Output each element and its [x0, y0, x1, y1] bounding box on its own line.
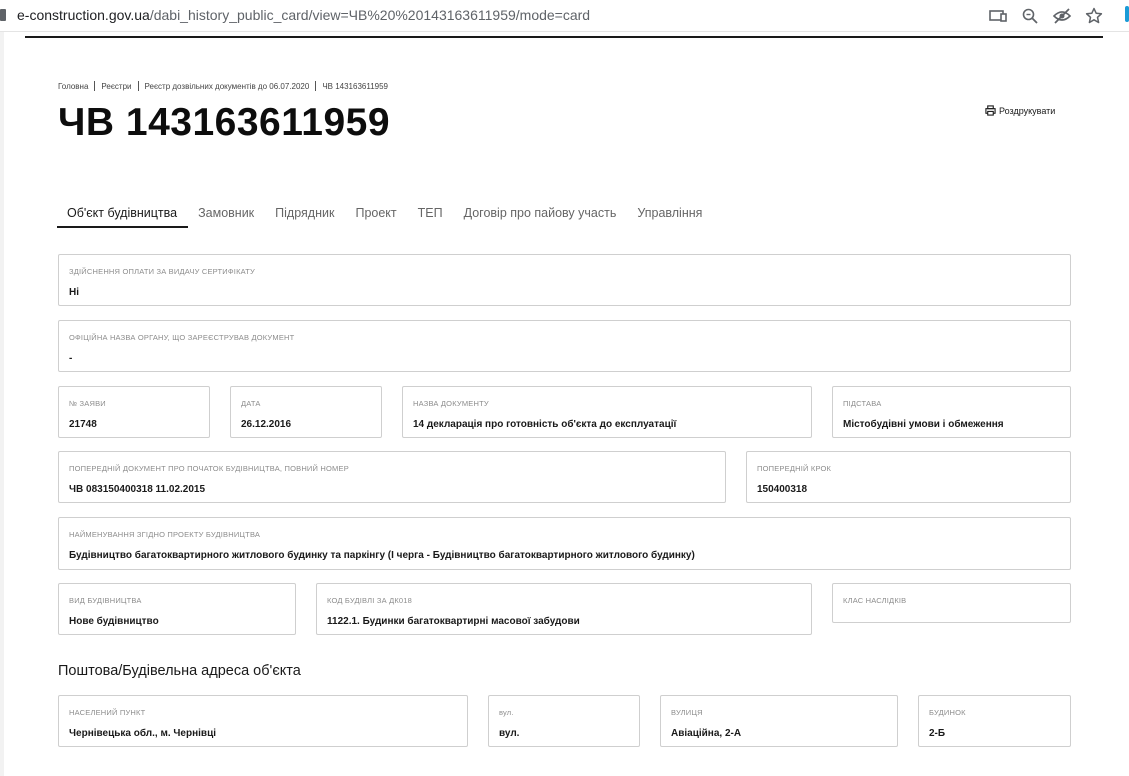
print-button[interactable]: Роздрукувати	[985, 105, 1055, 116]
field-label: Підстава	[843, 399, 882, 408]
field-label: Назва документу	[413, 399, 489, 408]
breadcrumb-current: ЧВ 143163611959	[322, 81, 388, 91]
field-label: № заяви	[69, 399, 106, 408]
application-number-field: № заяви 21748	[58, 386, 210, 438]
building-code-field: Код будівлі за ДК018 1122.1. Будинки баг…	[316, 583, 812, 635]
tab-contractor[interactable]: Підрядник	[265, 199, 345, 228]
url-field[interactable]: e-construction.gov.ua/dabi_history_publi…	[17, 7, 590, 23]
field-value: 2-Б	[929, 728, 946, 739]
browser-address-bar: e-construction.gov.ua/dabi_history_publi…	[0, 0, 1129, 32]
field-value: 150400318	[757, 484, 808, 495]
field-value: Містобудівні умови і обмеження	[843, 419, 1004, 430]
cast-icon[interactable]	[988, 6, 1008, 26]
star-icon[interactable]	[1084, 6, 1104, 26]
field-value: -	[69, 353, 73, 364]
field-label: Дата	[241, 399, 261, 408]
tab-share-agreement[interactable]: Договір про пайову участь	[454, 199, 628, 228]
field-value: Будівництво багатоквартирного житлового …	[69, 550, 695, 561]
tab-bar: Об'єкт будівництва Замовник Підрядник Пр…	[57, 199, 713, 229]
field-label: Будинок	[929, 708, 966, 717]
breadcrumb: Головна Реєстри Реєстр дозвільних докуме…	[58, 81, 388, 91]
zoom-icon[interactable]	[1020, 6, 1040, 26]
url-path: /dabi_history_public_card/view=ЧВ%20%201…	[149, 7, 591, 23]
header-divider	[25, 36, 1103, 38]
breadcrumb-home[interactable]: Головна	[58, 82, 88, 91]
field-value: 21748	[69, 419, 97, 430]
tab-project[interactable]: Проект	[345, 199, 407, 228]
construction-type-field: Вид будівництва Нове будівництво	[58, 583, 296, 635]
field-value: Нове будівництво	[69, 616, 159, 627]
field-value: Чернівецька обл., м. Чернівці	[69, 728, 216, 739]
tab-tep[interactable]: ТЕП	[408, 199, 454, 228]
breadcrumb-separator	[94, 81, 96, 91]
payment-field: Здійснення оплати за видачу сертифікату …	[58, 254, 1071, 306]
field-value: ЧВ 083150400318 11.02.2015	[69, 484, 206, 495]
previous-step-field: Попередній крок 150400318	[746, 451, 1071, 503]
field-label: вул.	[499, 708, 514, 717]
field-label: Населений пункт	[69, 708, 146, 717]
basis-field: Підстава Містобудівні умови і обмеження	[832, 386, 1071, 438]
field-label: Попередній крок	[757, 464, 832, 473]
locality-field: Населений пункт Чернівецька обл., м. Чер…	[58, 695, 468, 747]
street-field: Вулиця Авіаційна, 2-А	[660, 695, 898, 747]
address-section-title: Поштова/Будівельна адреса об'єкта	[58, 663, 301, 679]
field-value: 14 декларація про готовність об'єкта до …	[413, 419, 677, 430]
tab-construction-object[interactable]: Об'єкт будівництва	[57, 199, 189, 228]
consequence-class-field: Клас наслідків	[832, 583, 1071, 623]
field-label: Код будівлі за ДК018	[327, 596, 413, 605]
tab-customer[interactable]: Замовник	[188, 199, 265, 228]
field-label: Вулиця	[671, 708, 703, 717]
field-value: 1122.1. Будинки багатоквартирні масової …	[327, 616, 580, 627]
previous-document-field: Попередній документ про початок будівниц…	[58, 451, 726, 503]
field-value: Ні	[69, 287, 79, 298]
url-host: e-construction.gov.ua	[17, 7, 150, 23]
project-name-field: Найменування згідно проекту будівництва …	[58, 517, 1071, 570]
field-value: вул.	[499, 728, 520, 739]
field-value: Авіаційна, 2-А	[671, 728, 742, 739]
field-label: Клас наслідків	[843, 596, 907, 605]
breadcrumb-register[interactable]: Реєстр дозвільних документів до 06.07.20…	[145, 82, 310, 91]
lock-icon[interactable]	[0, 9, 6, 21]
document-name-field: Назва документу 14 декларація про готовн…	[402, 386, 812, 438]
field-label: Здійснення оплати за видачу сертифікату	[69, 267, 255, 276]
field-label: Вид будівництва	[69, 596, 142, 605]
print-label: Роздрукувати	[999, 105, 1056, 116]
eye-off-icon[interactable]	[1052, 6, 1072, 26]
extension-indicator	[1125, 6, 1129, 22]
date-field: Дата 26.12.2016	[230, 386, 382, 438]
field-label: Найменування згідно проекту будівництва	[69, 530, 261, 539]
field-label: Офіційна назва органу, що зареєстрував д…	[69, 333, 295, 342]
breadcrumb-registries[interactable]: Реєстри	[101, 82, 131, 91]
breadcrumb-separator	[137, 81, 139, 91]
printer-icon	[985, 105, 996, 116]
street-type-field: вул. вул.	[488, 695, 640, 747]
tab-management[interactable]: Управління	[627, 199, 713, 228]
house-field: Будинок 2-Б	[918, 695, 1071, 747]
page-edge	[0, 32, 4, 776]
field-label: Попередній документ про початок будівниц…	[69, 464, 349, 473]
authority-field: Офіційна назва органу, що зареєстрував д…	[58, 320, 1071, 372]
page-title: ЧВ 143163611959	[58, 101, 391, 144]
field-value: 26.12.2016	[241, 419, 292, 430]
breadcrumb-separator	[315, 81, 317, 91]
